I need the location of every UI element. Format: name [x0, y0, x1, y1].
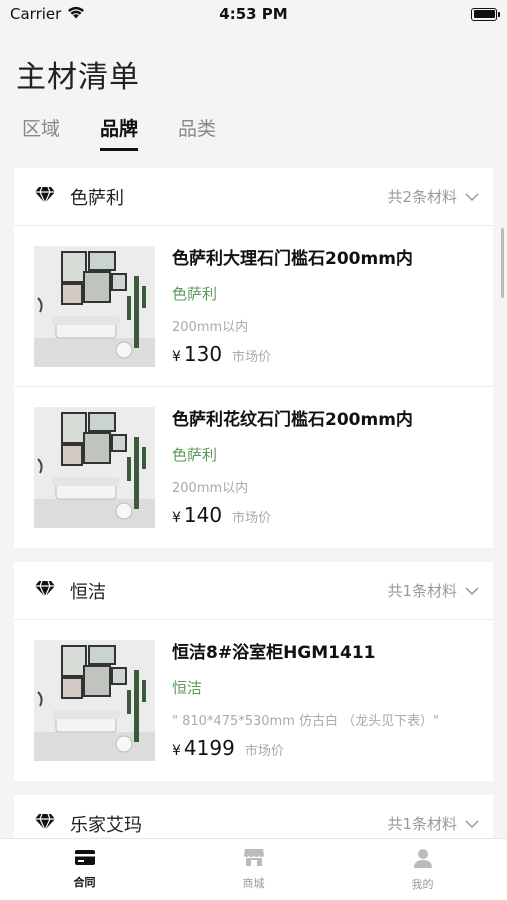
- chevron-down-icon[interactable]: [465, 815, 479, 833]
- group-name: 乐家艾玛: [70, 814, 142, 836]
- carrier-label: Carrier: [10, 5, 62, 23]
- store-icon: [243, 848, 265, 871]
- product-brand: 色萨利: [172, 446, 218, 464]
- group-count: 共2条材料: [387, 188, 457, 206]
- currency-symbol: ¥: [172, 349, 181, 365]
- product-name: 恒洁8#浴室柜HGM1411: [172, 643, 376, 663]
- diamond-icon: [34, 186, 56, 208]
- product-spec: " 810*475*530mm 仿古白 （龙头见下表）": [172, 714, 440, 729]
- price-note: 市场价: [232, 350, 272, 365]
- tabbar-label: 合同: [73, 876, 96, 889]
- status-bar: Carrier 4:53 PM: [0, 0, 507, 28]
- product-brand: 色萨利: [172, 285, 218, 303]
- group-header[interactable]: 色萨利 共2条材料: [14, 168, 493, 226]
- card-icon: [74, 849, 96, 870]
- product-image: [34, 640, 155, 761]
- bottom-tab-bar: 合同 商城 我的: [0, 838, 507, 900]
- product-image: [34, 407, 155, 528]
- tab-category[interactable]: 品类: [178, 114, 216, 151]
- product-spec: 200mm以内: [172, 481, 249, 496]
- diamond-icon: [34, 580, 56, 602]
- product-name: 色萨利大理石门槛石200mm内: [172, 249, 413, 269]
- currency-symbol: ¥: [172, 743, 181, 759]
- page-title: 主材清单: [16, 60, 140, 95]
- product-name: 色萨利花纹石门槛石200mm内: [172, 410, 413, 430]
- tabbar-item-me[interactable]: 我的: [338, 839, 507, 900]
- tabbar-item-store[interactable]: 商城: [169, 839, 338, 900]
- product-item[interactable]: 色萨利大理石门槛石200mm内 色萨利 200mm以内 ¥ 130 市场价: [14, 226, 493, 387]
- product-brand: 恒洁: [172, 679, 203, 697]
- product-item[interactable]: 色萨利花纹石门槛石200mm内 色萨利 200mm以内 ¥ 140 市场价: [14, 387, 493, 548]
- brand-group: 色萨利 共2条材料 色萨利大理石门槛石200mm内 色萨利 200mm以内 ¥ …: [14, 168, 493, 548]
- group-header[interactable]: 恒洁 共1条材料: [14, 562, 493, 620]
- price-row: ¥ 4199 市场价: [172, 736, 284, 760]
- tab-brand[interactable]: 品牌: [100, 114, 139, 151]
- price-row: ¥ 140 市场价: [172, 503, 271, 527]
- tabbar-item-contract[interactable]: 合同: [0, 839, 169, 900]
- diamond-icon: [34, 813, 56, 835]
- status-left: Carrier: [10, 5, 85, 23]
- product-item[interactable]: 恒洁8#浴室柜HGM1411 恒洁 " 810*475*530mm 仿古白 （龙…: [14, 620, 493, 781]
- currency-symbol: ¥: [172, 510, 181, 526]
- group-name: 色萨利: [70, 187, 124, 209]
- person-icon: [413, 848, 433, 872]
- chevron-down-icon[interactable]: [465, 582, 479, 600]
- group-name: 恒洁: [70, 581, 106, 603]
- group-count: 共1条材料: [387, 582, 457, 600]
- price-note: 市场价: [232, 511, 272, 526]
- chevron-down-icon[interactable]: [465, 188, 479, 206]
- product-price: 130: [183, 342, 223, 366]
- battery-icon: [471, 7, 500, 21]
- material-list: 色萨利 共2条材料 色萨利大理石门槛石200mm内 色萨利 200mm以内 ¥ …: [14, 168, 493, 867]
- product-image: [34, 246, 155, 367]
- tabbar-label: 我的: [411, 877, 434, 891]
- scrollbar[interactable]: [501, 228, 504, 298]
- tab-bar: 区域 品牌 品类: [22, 114, 216, 151]
- brand-group: 恒洁 共1条材料 恒洁8#浴室柜HGM1411 恒洁 " 810*475*530…: [14, 562, 493, 781]
- product-spec: 200mm以内: [172, 320, 249, 335]
- price-note: 市场价: [244, 744, 284, 759]
- tab-region[interactable]: 区域: [22, 114, 60, 151]
- wifi-icon: [67, 5, 85, 23]
- price-row: ¥ 130 市场价: [172, 342, 271, 366]
- product-price: 4199: [183, 736, 235, 760]
- tabbar-label: 商城: [242, 877, 265, 890]
- product-price: 140: [183, 503, 223, 527]
- group-count: 共1条材料: [387, 815, 457, 833]
